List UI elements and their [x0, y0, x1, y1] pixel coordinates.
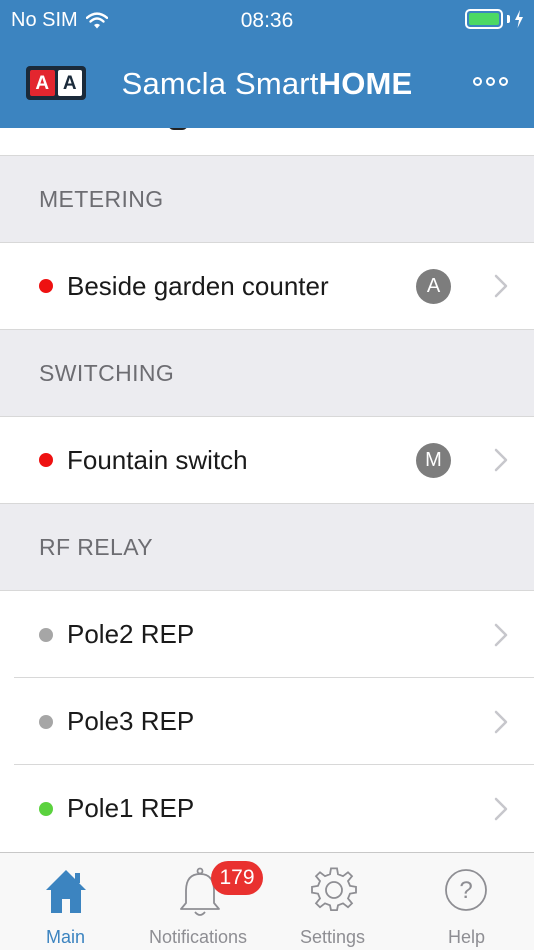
mode-badge: M	[416, 442, 451, 478]
battery-indicator	[465, 9, 524, 29]
tab-label: Settings	[300, 927, 366, 947]
mode-badge: A	[416, 268, 451, 304]
chevron-right-icon	[494, 710, 508, 733]
section-title: RF RELAY	[39, 533, 153, 560]
tab-label: Main	[46, 927, 86, 947]
tab-notifications[interactable]: 179 Notifications	[132, 853, 268, 950]
page-title: Samcla SmartHOME	[0, 66, 534, 102]
home-icon	[46, 870, 86, 913]
item-label: Pole2 REP	[67, 619, 195, 649]
status-dot	[39, 279, 53, 293]
title-bold: HOME	[318, 66, 413, 101]
chevron-right-icon	[494, 623, 508, 646]
list-item-pole3-rep[interactable]: Pole3 REP	[0, 678, 534, 765]
chevron-right-icon	[494, 274, 508, 298]
section-header-rf-relay: RF RELAY	[0, 504, 534, 591]
gear-icon	[311, 867, 357, 911]
chevron-right-icon	[494, 448, 508, 472]
notification-count-badge: 179	[211, 861, 263, 895]
charging-bolt-icon	[515, 10, 523, 28]
list-item-beside-garden-counter[interactable]: Beside garden counter A	[0, 243, 534, 330]
tab-bar: Main 179 Notifications Settings ? Help	[0, 852, 534, 950]
item-label: Pole1 REP	[67, 793, 195, 823]
tab-settings[interactable]: Settings	[268, 853, 400, 950]
item-label: Pole3 REP	[67, 706, 195, 736]
tab-main[interactable]: Main	[0, 853, 132, 950]
list-item-pole2-rep[interactable]: Pole2 REP	[0, 591, 534, 678]
section-header-metering: METERING	[0, 156, 534, 243]
chevron-right-icon	[494, 797, 508, 820]
status-dot	[39, 714, 53, 729]
status-time: 08:36	[240, 9, 294, 32]
status-dot	[39, 801, 53, 816]
more-icon[interactable]	[473, 77, 508, 86]
list-item-partial[interactable]	[0, 128, 534, 156]
status-dot	[39, 453, 53, 467]
tab-help[interactable]: ? Help	[400, 853, 534, 950]
section-title: SWITCHING	[39, 359, 175, 386]
help-icon: ?	[445, 869, 487, 911]
tab-label: Notifications	[149, 927, 248, 947]
status-dot	[39, 627, 53, 642]
list-item-fountain-switch[interactable]: Fountain switch M	[0, 417, 534, 504]
section-header-switching: SWITCHING	[0, 330, 534, 417]
list-item-pole1-rep[interactable]: Pole1 REP	[0, 765, 534, 852]
tab-label: Help	[448, 927, 486, 947]
item-label: Fountain switch	[67, 444, 248, 475]
svg-text:?: ?	[459, 877, 472, 904]
top-bar: No SIM 08:36 A A Samcla SmartHOME	[0, 0, 534, 128]
device-list[interactable]: METERING Beside garden counter A SWITCHI…	[0, 128, 534, 852]
section-title: METERING	[39, 185, 164, 212]
battery-icon	[465, 9, 503, 29]
item-label: Beside garden counter	[67, 270, 329, 301]
title-regular: Samcla Smart	[121, 66, 319, 101]
